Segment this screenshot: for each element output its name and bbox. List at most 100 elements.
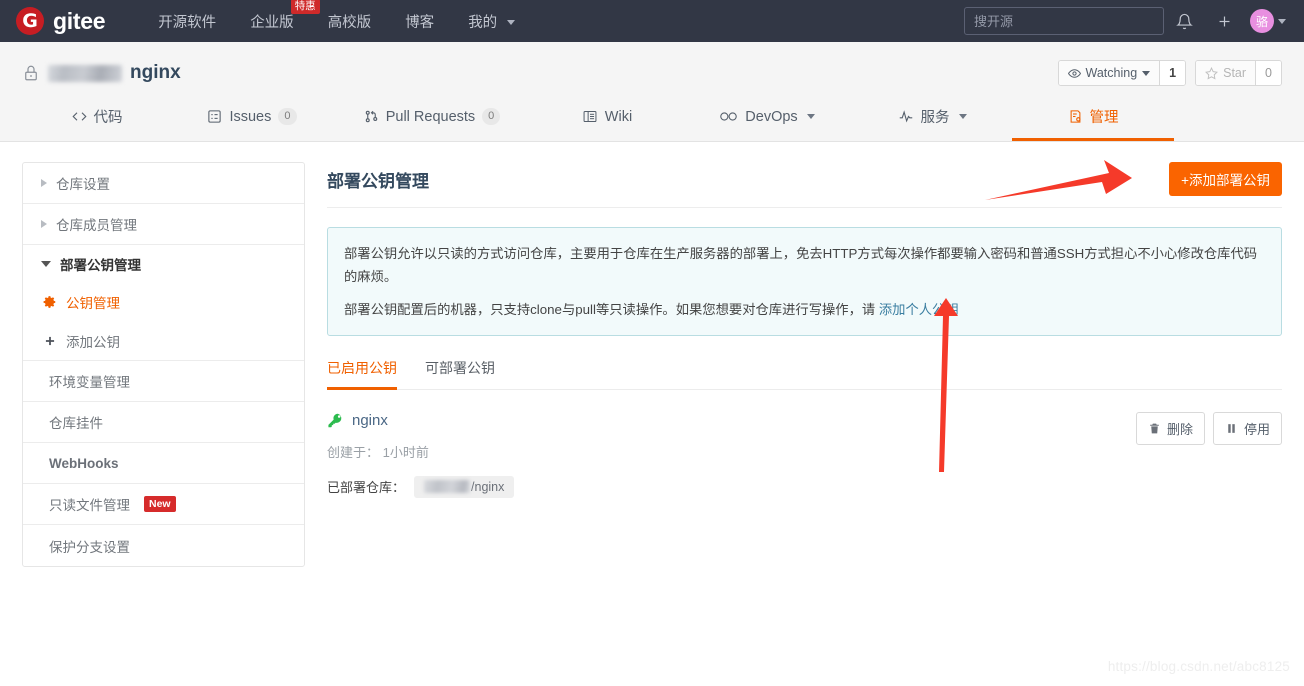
star-icon [1205, 66, 1219, 79]
sidebar-item-add-key[interactable]: 添加公钥 [23, 321, 304, 361]
sidebar-item-label: 公钥管理 [66, 296, 120, 311]
tab-pull-requests[interactable]: Pull Requests 0 [332, 96, 532, 141]
disable-label: 停用 [1243, 421, 1270, 437]
brand-name: gitee [53, 7, 106, 34]
tab-label: Wiki [604, 108, 633, 125]
lock-icon [25, 65, 37, 81]
chevron-down-icon [1142, 70, 1151, 76]
repo-owner-redacted [424, 480, 471, 494]
nav-item-education[interactable]: 高校版 [311, 11, 389, 32]
tab-label: DevOps [745, 108, 798, 125]
tab-services[interactable]: 服务 [852, 96, 1012, 141]
chevron-down-icon [958, 114, 967, 119]
tab-management[interactable]: 管理 [1012, 96, 1174, 141]
sidebar-item-label: 环境变量管理 [49, 375, 130, 390]
sidebar-item-repo-settings[interactable]: 仓库设置 [23, 163, 304, 204]
search-input[interactable] [964, 7, 1164, 35]
issue-icon [208, 110, 222, 123]
disable-key-button[interactable]: 停用 [1212, 411, 1282, 445]
tab-enabled-keys[interactable]: 已启用公钥 [327, 358, 397, 390]
issues-count: 0 [278, 107, 297, 126]
plus-icon [45, 336, 55, 345]
repository-name: nginx [130, 62, 181, 83]
sidebar-item-key-management[interactable]: 公钥管理 [23, 283, 304, 321]
eye-icon [1067, 68, 1081, 78]
star-button[interactable]: Star [1196, 61, 1256, 85]
tab-deployable-keys[interactable]: 可部署公钥 [425, 358, 495, 390]
nav-label: 开源软件 [158, 14, 217, 31]
sidebar-item-env-variables[interactable]: 环境变量管理 [23, 361, 304, 402]
nav-item-mine[interactable]: 我的 [451, 11, 532, 32]
gitee-logo-icon: G [16, 7, 44, 35]
pull-requests-count: 0 [482, 107, 501, 126]
tab-issues[interactable]: Issues 0 [172, 96, 332, 141]
sidebar-item-members[interactable]: 仓库成员管理 [23, 204, 304, 245]
star-count: 0 [1255, 61, 1281, 85]
key-action-buttons: 删除 停用 [1135, 411, 1282, 498]
repository-owner-redacted [48, 64, 122, 82]
pause-icon [1228, 423, 1235, 433]
user-avatar-menu[interactable]: 骆 [1244, 9, 1286, 33]
watch-button[interactable]: Watching [1058, 61, 1160, 85]
repository-action-buttons: Watching 1 Star 0 [1057, 60, 1282, 86]
nav-item-opensource[interactable]: 开源软件 [141, 11, 233, 32]
add-deploy-key-button[interactable]: +添加部署公钥 [1169, 162, 1282, 196]
trash-icon [1150, 423, 1159, 434]
wiki-icon [583, 111, 597, 122]
sidebar-item-label: 只读文件管理 [49, 498, 130, 513]
nav-label: 企业版 [250, 14, 294, 31]
settings-sidebar: 仓库设置 仓库成员管理 部署公钥管理 公钥管理 添加公钥 环境变量管理 仓库挂件 [22, 162, 305, 567]
tab-label: 服务 [920, 110, 950, 126]
key-info: nginx 创建于： 1小时前 已部署仓库： /nginx [327, 412, 1136, 498]
gitee-logo[interactable]: G gitee [16, 7, 105, 35]
tab-devops[interactable]: DevOps [682, 96, 852, 141]
sidebar-item-label: 添加公钥 [66, 334, 120, 350]
nav-item-blog[interactable]: 博客 [388, 11, 451, 32]
add-personal-key-link[interactable]: 添加个人公钥 [879, 302, 959, 317]
watermark: https://blog.csdn.net/abc8125 [1107, 659, 1290, 674]
deploy-key-info-notice: 部署公钥允许以只读的方式访问仓库，主要用于仓库在生产服务器的部署上，免去HTTP… [327, 227, 1282, 336]
logo-letter: G [22, 9, 38, 32]
settings-doc-icon [1070, 110, 1080, 123]
repository-header: nginx Watching 1 Star 0 代码 Issues 0 Pull… [0, 42, 1304, 142]
star-label: Star [1223, 66, 1247, 80]
triangle-down-icon [41, 261, 51, 267]
key-icon [328, 413, 342, 428]
sidebar-item-protected-branches[interactable]: 保护分支设置 [23, 525, 304, 566]
deploy-key-list-item: nginx 创建于： 1小时前 已部署仓库： /nginx 删除 停用 [327, 390, 1282, 498]
chevron-down-icon [806, 114, 815, 119]
triangle-right-icon [41, 220, 47, 228]
gear-icon [43, 296, 56, 308]
key-tabs: 已启用公钥 可部署公钥 [327, 358, 1282, 390]
deployed-repo-tag[interactable]: /nginx [414, 475, 515, 498]
top-nav-right-group: 骆 [964, 0, 1286, 42]
tab-code[interactable]: 代码 [22, 96, 172, 141]
sidebar-item-webhooks[interactable]: WebHooks [23, 443, 304, 484]
global-nav-items: 开源软件 企业版 特惠 高校版 博客 我的 [141, 0, 532, 32]
tab-wiki[interactable]: Wiki [532, 96, 682, 141]
page-title: 部署公钥管理 [327, 171, 429, 191]
watch-button-group[interactable]: Watching 1 [1057, 60, 1187, 86]
repository-breadcrumb: nginx [22, 62, 181, 84]
tab-label: Pull Requests [385, 108, 476, 125]
top-navigation-bar: G gitee 开源软件 企业版 特惠 高校版 博客 我的 搜开源 骆 [0, 0, 1304, 42]
sidebar-item-readonly-files[interactable]: 只读文件管理 New [23, 484, 304, 525]
pull-request-icon [365, 110, 377, 123]
notification-bell-button[interactable] [1164, 0, 1204, 42]
delete-key-button[interactable]: 删除 [1135, 411, 1205, 445]
key-name[interactable]: nginx [352, 412, 388, 429]
code-icon [71, 112, 87, 121]
nav-item-enterprise[interactable]: 企业版 特惠 [233, 0, 320, 32]
add-new-button[interactable] [1204, 0, 1244, 42]
key-name-line: nginx [327, 412, 1136, 429]
watch-count: 1 [1159, 61, 1186, 85]
key-created-info: 创建于： 1小时前 [327, 442, 1136, 461]
delete-label: 删除 [1166, 421, 1193, 437]
sidebar-group-deploy-keys[interactable]: 部署公钥管理 [23, 245, 304, 283]
chevron-down-icon [1278, 18, 1286, 24]
key-deployed-repos: 已部署仓库： /nginx [327, 475, 1136, 498]
star-button-group[interactable]: Star 0 [1195, 60, 1282, 86]
nav-label: 我的 [468, 14, 498, 31]
sidebar-item-widgets[interactable]: 仓库挂件 [23, 402, 304, 443]
tab-label: 代码 [93, 110, 123, 126]
